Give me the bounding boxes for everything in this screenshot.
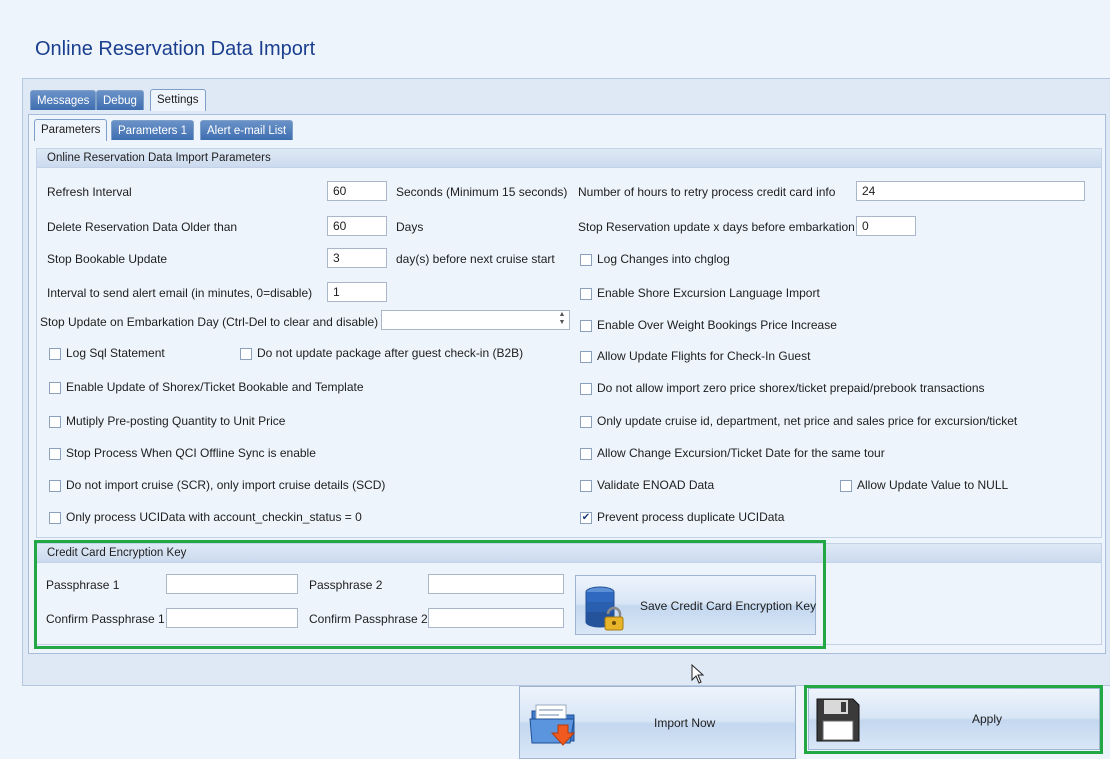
stop-bookable-input[interactable]: 3 — [327, 248, 387, 268]
checkbox-box[interactable] — [580, 287, 592, 300]
tab-settings[interactable]: Settings — [150, 89, 206, 111]
checkbox-box[interactable] — [240, 347, 252, 360]
checkbox-box[interactable] — [580, 319, 592, 332]
import-now-label: Import Now — [654, 716, 716, 730]
apply-highlight — [804, 685, 1103, 754]
delete-older-input[interactable]: 60 — [327, 216, 387, 236]
checkbox-label: Validate ENOAD Data — [597, 478, 715, 492]
checkbox-label: Prevent process duplicate UCIData — [597, 510, 785, 524]
checkbox-label: Do not update package after guest check-… — [257, 346, 524, 360]
checkbox-label: Allow Update Value to NULL — [857, 478, 1009, 492]
checkbox-no-package-update[interactable]: Do not update package after guest check-… — [240, 346, 523, 360]
checkbox-label: Mutiply Pre-posting Quantity to Unit Pri… — [66, 414, 286, 428]
stop-reservation-label: Stop Reservation update x days before em… — [578, 220, 855, 234]
checkbox-box[interactable] — [49, 511, 61, 524]
checkbox-box[interactable] — [580, 447, 592, 460]
checkbox-label: Do not import cruise (SCR), only import … — [66, 478, 386, 492]
import-folder-icon — [529, 704, 576, 746]
delete-older-unit: Days — [396, 220, 424, 234]
spinner-arrows-icon[interactable]: ▲ ▼ — [557, 311, 567, 329]
alert-interval-label: Interval to send alert email (in minutes… — [47, 286, 313, 300]
checkbox-enable-shorex-update[interactable]: Enable Update of Shorex/Ticket Bookable … — [49, 380, 364, 394]
checkbox-label: Allow Update Flights for Check-In Guest — [597, 349, 811, 363]
checkbox-label: Log Sql Statement — [66, 346, 165, 360]
checkbox-multiply-preposting[interactable]: Mutiply Pre-posting Quantity to Unit Pri… — [49, 414, 285, 428]
window-title: Online Reservation Data Import — [35, 38, 316, 60]
delete-older-label: Delete Reservation Data Older than — [47, 220, 238, 234]
refresh-interval-label: Refresh Interval — [47, 185, 132, 199]
checkbox-stop-qci-sync[interactable]: Stop Process When QCI Offline Sync is en… — [49, 446, 316, 460]
checkbox-validate-enoad[interactable]: Validate ENOAD Data — [580, 478, 714, 492]
checkbox-label: Only update cruise id, department, net p… — [597, 414, 1018, 428]
checkbox-box[interactable] — [49, 447, 61, 460]
tab-messages[interactable]: Messages — [30, 90, 97, 110]
checkbox-label: Enable Update of Shorex/Ticket Bookable … — [66, 380, 364, 394]
retry-hours-label: Number of hours to retry process credit … — [578, 185, 836, 199]
checkbox-box[interactable] — [580, 253, 592, 266]
checkbox-no-import-scr[interactable]: Do not import cruise (SCR), only import … — [49, 478, 385, 492]
checkbox-allow-null[interactable]: Allow Update Value to NULL — [840, 478, 1008, 492]
checkbox-shorex-language[interactable]: Enable Shore Excursion Language Import — [580, 286, 820, 300]
checkbox-overweight-price[interactable]: Enable Over Weight Bookings Price Increa… — [580, 318, 837, 332]
checkbox-uci-checkin-status[interactable]: Only process UCIData with account_checki… — [49, 510, 362, 524]
mouse-cursor-icon — [691, 664, 705, 684]
checkbox-prevent-duplicate[interactable]: ✔ Prevent process duplicate UCIData — [580, 510, 784, 524]
checkbox-label: Only process UCIData with account_checki… — [66, 510, 362, 524]
checkbox-label: Stop Process When QCI Offline Sync is en… — [66, 446, 316, 460]
import-now-button[interactable]: Import Now — [519, 686, 796, 759]
checkbox-box[interactable] — [49, 479, 61, 492]
alert-interval-input[interactable]: 1 — [327, 282, 387, 302]
checkbox-change-excursion-date[interactable]: Allow Change Excursion/Ticket Date for t… — [580, 446, 885, 460]
tab-alert-email-list[interactable]: Alert e-mail List — [200, 120, 294, 140]
stop-bookable-unit: day(s) before next cruise start — [396, 252, 555, 266]
stop-embark-day-input[interactable]: ▲ ▼ — [381, 310, 570, 330]
retry-hours-input[interactable]: 24 — [856, 181, 1085, 201]
checkbox-box[interactable] — [49, 415, 61, 428]
checkbox-no-zero-price[interactable]: Do not allow import zero price shorex/ti… — [580, 381, 985, 395]
checkbox-box[interactable] — [580, 415, 592, 428]
tab-parameters-1[interactable]: Parameters 1 — [111, 120, 195, 140]
checkbox-label: Do not allow import zero price shorex/ti… — [597, 381, 985, 395]
stop-embark-day-label: Stop Update on Embarkation Day (Ctrl-Del… — [40, 315, 379, 329]
stop-bookable-label: Stop Bookable Update — [47, 252, 168, 266]
checkbox-label: Enable Over Weight Bookings Price Increa… — [597, 318, 837, 332]
tab-parameters[interactable]: Parameters — [34, 119, 108, 141]
checkbox-label: Log Changes into chglog — [597, 252, 730, 266]
parameters-group-title: Online Reservation Data Import Parameter… — [37, 149, 1101, 168]
refresh-interval-unit: Seconds (Minimum 15 seconds) — [396, 185, 568, 199]
tab-debug[interactable]: Debug — [96, 90, 144, 110]
checkbox-log-sql[interactable]: Log Sql Statement — [49, 346, 165, 360]
credit-card-highlight — [34, 540, 826, 649]
checkbox-box[interactable] — [580, 382, 592, 395]
checkbox-log-chglog[interactable]: Log Changes into chglog — [580, 252, 730, 266]
checkbox-box[interactable] — [49, 381, 61, 394]
stop-reservation-input[interactable]: 0 — [856, 216, 916, 236]
checkbox-box[interactable] — [580, 479, 592, 492]
checkbox-box[interactable] — [840, 479, 852, 492]
checkbox-box[interactable] — [580, 350, 592, 363]
checkbox-label: Enable Shore Excursion Language Import — [597, 286, 820, 300]
refresh-interval-input[interactable]: 60 — [327, 181, 387, 201]
checkbox-box[interactable] — [49, 347, 61, 360]
checkbox-label: Allow Change Excursion/Ticket Date for t… — [597, 446, 885, 460]
checkbox-box[interactable]: ✔ — [580, 511, 592, 524]
checkbox-update-flights[interactable]: Allow Update Flights for Check-In Guest — [580, 349, 810, 363]
checkbox-update-cruise-id[interactable]: Only update cruise id, department, net p… — [580, 414, 1017, 428]
